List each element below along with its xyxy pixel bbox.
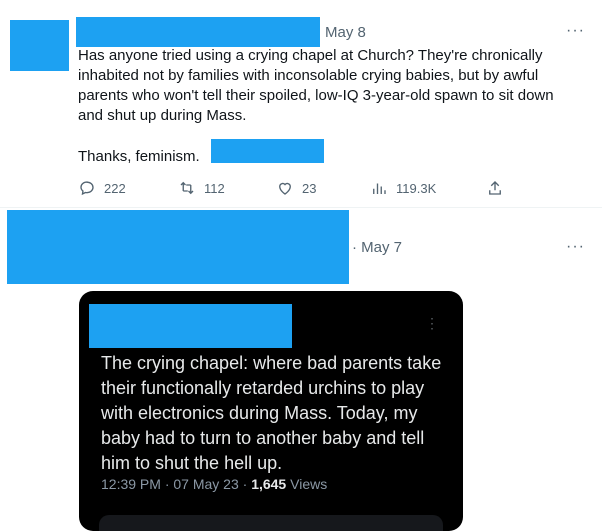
- retweet-button[interactable]: 112: [178, 179, 225, 197]
- embed-author-redacted: [89, 304, 292, 348]
- tweet-divider: [0, 207, 602, 208]
- share-button[interactable]: [486, 179, 504, 197]
- embed-timestamp: 12:39 PM · 07 May 23 ·: [101, 476, 252, 492]
- tweet-text-signoff: Thanks, feminism.: [78, 148, 200, 165]
- avatar-and-username-redacted[interactable]: [7, 210, 349, 284]
- embed-views-count: 1,645: [251, 476, 287, 492]
- embedded-screenshot[interactable]: ⋮ The crying chapel: where bad parents t…: [79, 291, 463, 531]
- embed-bottom-bar: [99, 515, 443, 531]
- share-icon: [489, 181, 501, 195]
- views-count: 119.3K: [396, 180, 437, 196]
- analytics-icon: [373, 183, 386, 194]
- avatar-redacted[interactable]: [10, 20, 69, 71]
- like-count: 23: [302, 180, 317, 196]
- mention-redacted[interactable]: [211, 139, 324, 163]
- tweet-date[interactable]: May 8: [325, 24, 366, 41]
- embed-more-icon: ⋮: [425, 315, 439, 331]
- reply-count: 222: [104, 180, 126, 196]
- tweet-text: Has anyone tried using a crying chapel a…: [78, 47, 554, 124]
- heart-icon: [279, 182, 291, 195]
- more-options-icon[interactable]: ···: [566, 22, 585, 40]
- retweet-count: 112: [204, 180, 225, 196]
- username-redacted[interactable]: [76, 17, 320, 47]
- retweet-icon: [180, 181, 194, 195]
- embed-text: The crying chapel: where bad parents tak…: [101, 353, 442, 473]
- views-button[interactable]: 119.3K: [370, 179, 436, 197]
- like-button[interactable]: 23: [276, 179, 316, 197]
- embed-views-label: Views: [286, 476, 328, 492]
- more-options-icon-2[interactable]: ···: [566, 238, 585, 256]
- tweet2-date[interactable]: · May 7: [352, 239, 402, 256]
- reply-icon: [80, 181, 94, 196]
- embed-meta: 12:39 PM · 07 May 23 · 1,645 Views: [101, 476, 327, 492]
- reply-button[interactable]: 222: [78, 179, 126, 197]
